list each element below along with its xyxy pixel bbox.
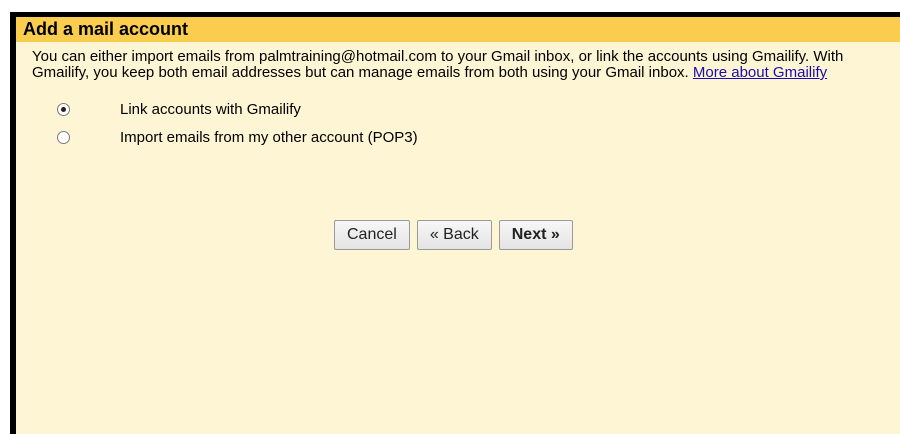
account-options: Link accounts with Gmailify Import email… [32,95,892,151]
cancel-button[interactable]: Cancel [334,220,410,250]
description-paragraph: You can either import emails from palmtr… [32,49,894,81]
radio-link-gmailify[interactable] [57,102,70,116]
dialog-body: You can either import emails from palmtr… [16,42,900,151]
option-import-pop3-label[interactable]: Import emails from my other account (POP… [120,129,418,146]
dialog-title: Add a mail account [23,19,189,39]
option-link-gmailify[interactable]: Link accounts with Gmailify [32,95,892,123]
title-bar: Add a mail account [16,17,900,42]
more-about-gmailify-link[interactable]: More about Gmailify [693,64,827,81]
button-row: Cancel « Back Next » [334,220,573,250]
option-link-gmailify-label[interactable]: Link accounts with Gmailify [120,101,301,118]
option-import-pop3[interactable]: Import emails from my other account (POP… [32,123,892,151]
next-button[interactable]: Next » [498,220,573,250]
radio-import-pop3[interactable] [57,130,70,144]
back-button[interactable]: « Back [416,220,492,250]
add-mail-account-dialog: Add a mail account You can either import… [10,12,900,434]
